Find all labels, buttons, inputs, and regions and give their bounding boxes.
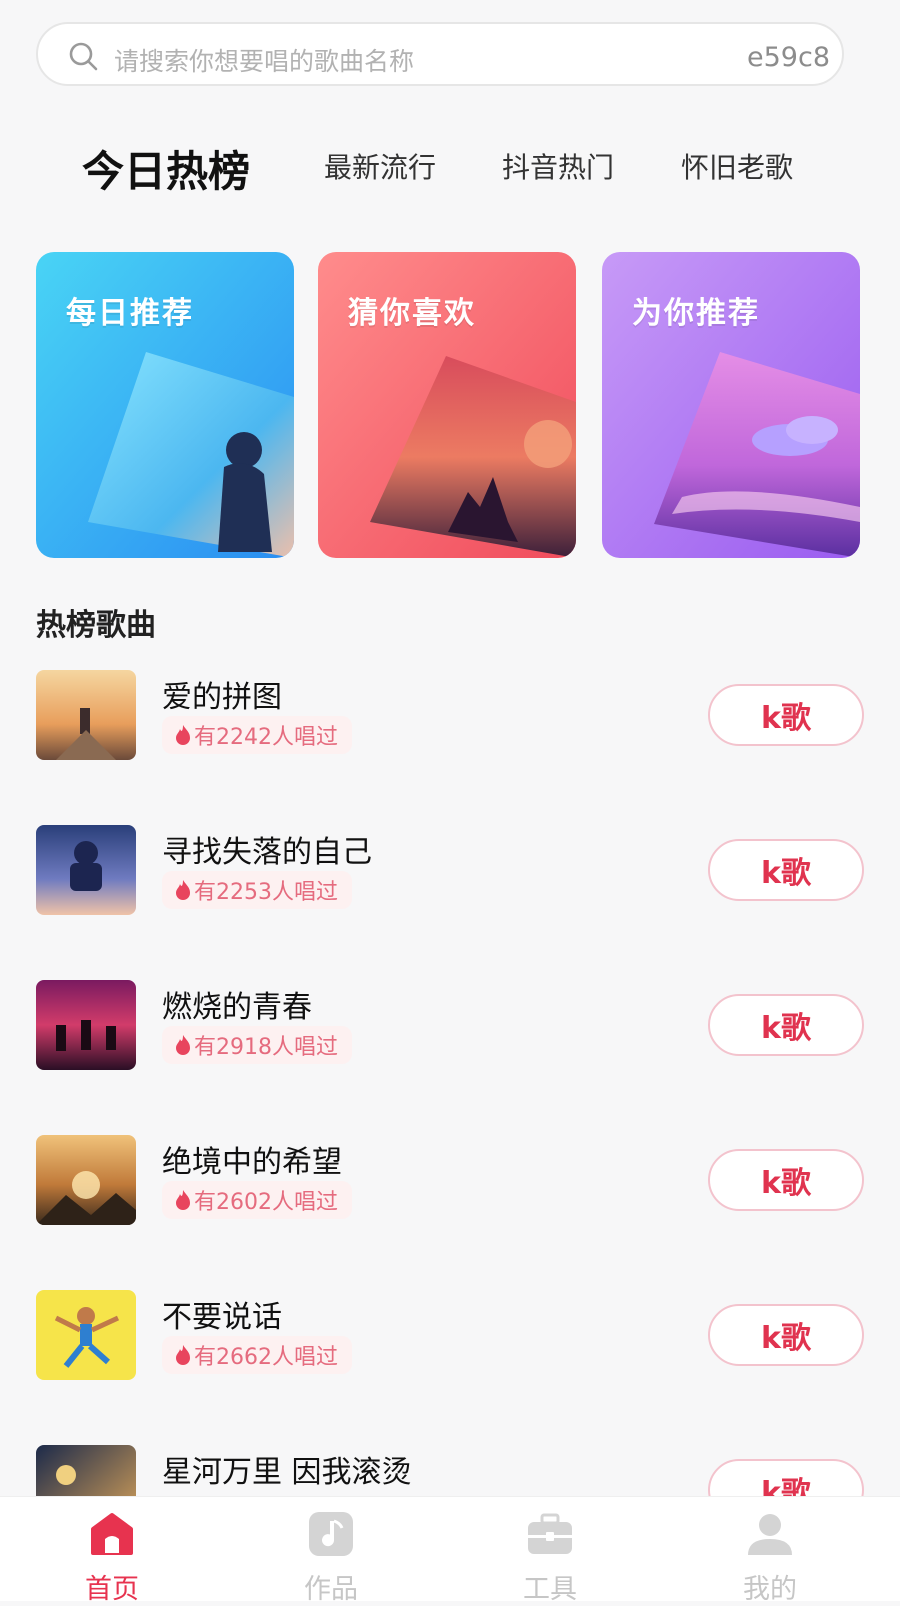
category-tabs: 今日热榜 最新流行 抖音热门 怀旧老歌	[0, 146, 900, 216]
song-cover	[36, 825, 136, 915]
nav-tools[interactable]: 工具	[475, 1497, 625, 1605]
sung-count-badge: 有2662人唱过	[162, 1336, 352, 1374]
karaoke-button[interactable]: k歌	[708, 1149, 864, 1211]
search-placeholder[interactable]: 请搜索你想要唱的歌曲名称	[114, 42, 414, 78]
song-row[interactable]: 不要说话 有2662人唱过 k歌	[0, 1290, 900, 1410]
fire-icon	[176, 1345, 190, 1365]
fire-icon	[176, 725, 190, 745]
search-bar[interactable]: 请搜索你想要唱的歌曲名称 e59c8	[36, 22, 844, 86]
song-name: 寻找失落的自己	[162, 835, 372, 870]
fire-icon	[176, 880, 190, 900]
sung-count-badge: 有2242人唱过	[162, 716, 352, 754]
tab-oldies[interactable]: 怀旧老歌	[681, 146, 793, 186]
home-icon	[91, 1513, 133, 1555]
tab-latest[interactable]: 最新流行	[324, 146, 436, 186]
card-guess-like[interactable]: 猜你喜欢	[318, 252, 576, 558]
song-row[interactable]: 寻找失落的自己 有2253人唱过 k歌	[0, 825, 900, 945]
song-name: 爱的拼图	[162, 680, 282, 715]
tab-today-hot[interactable]: 今日热榜	[82, 138, 250, 199]
music-note-icon	[309, 1512, 353, 1556]
section-title: 热榜歌曲	[36, 608, 156, 643]
song-cover	[36, 980, 136, 1070]
sung-count-badge: 有2602人唱过	[162, 1181, 352, 1219]
nav-label: 首页	[85, 1574, 139, 1605]
card-title: 为你推荐	[632, 296, 760, 331]
song-cover	[36, 670, 136, 760]
search-code: e59c8	[747, 42, 830, 73]
tab-douyin[interactable]: 抖音热门	[502, 146, 614, 186]
song-row[interactable]: 燃烧的青春 有2918人唱过 k歌	[0, 980, 900, 1100]
sung-count: 有2662人唱过	[194, 1345, 338, 1370]
bottom-nav: 首页 作品 工具 我的	[0, 1496, 900, 1605]
nav-label: 我的	[743, 1574, 797, 1605]
sung-count: 有2253人唱过	[194, 880, 338, 905]
fire-icon	[176, 1190, 190, 1210]
song-name: 星河万里 因我滚烫	[162, 1455, 412, 1490]
sung-count-badge: 有2918人唱过	[162, 1026, 352, 1064]
nav-home[interactable]: 首页	[37, 1497, 187, 1605]
sung-count: 有2242人唱过	[194, 725, 338, 750]
card-daily-recommend[interactable]: 每日推荐	[36, 252, 294, 558]
fire-icon	[176, 1035, 190, 1055]
nav-label: 工具	[523, 1574, 577, 1605]
sung-count: 有2918人唱过	[194, 1035, 338, 1060]
song-row[interactable]: 绝境中的希望 有2602人唱过 k歌	[0, 1135, 900, 1255]
karaoke-button[interactable]: k歌	[708, 684, 864, 746]
song-cover	[36, 1135, 136, 1225]
song-name: 燃烧的青春	[162, 990, 312, 1025]
song-name: 不要说话	[162, 1300, 282, 1335]
karaoke-button[interactable]: k歌	[708, 994, 864, 1056]
nav-mine[interactable]: 我的	[695, 1497, 845, 1605]
toolbox-icon	[528, 1513, 572, 1554]
sung-count-badge: 有2253人唱过	[162, 871, 352, 909]
karaoke-button[interactable]: k歌	[708, 1304, 864, 1366]
card-for-you[interactable]: 为你推荐	[602, 252, 860, 558]
song-name: 绝境中的希望	[162, 1145, 342, 1180]
search-icon	[69, 42, 98, 71]
nav-works[interactable]: 作品	[256, 1497, 406, 1605]
card-title: 猜你喜欢	[348, 296, 476, 331]
karaoke-button[interactable]: k歌	[708, 839, 864, 901]
song-row[interactable]: 爱的拼图 有2242人唱过 k歌	[0, 670, 900, 790]
card-title: 每日推荐	[66, 296, 194, 331]
user-icon	[748, 1514, 792, 1555]
nav-label: 作品	[304, 1574, 358, 1605]
song-cover	[36, 1290, 136, 1380]
sung-count: 有2602人唱过	[194, 1190, 338, 1215]
